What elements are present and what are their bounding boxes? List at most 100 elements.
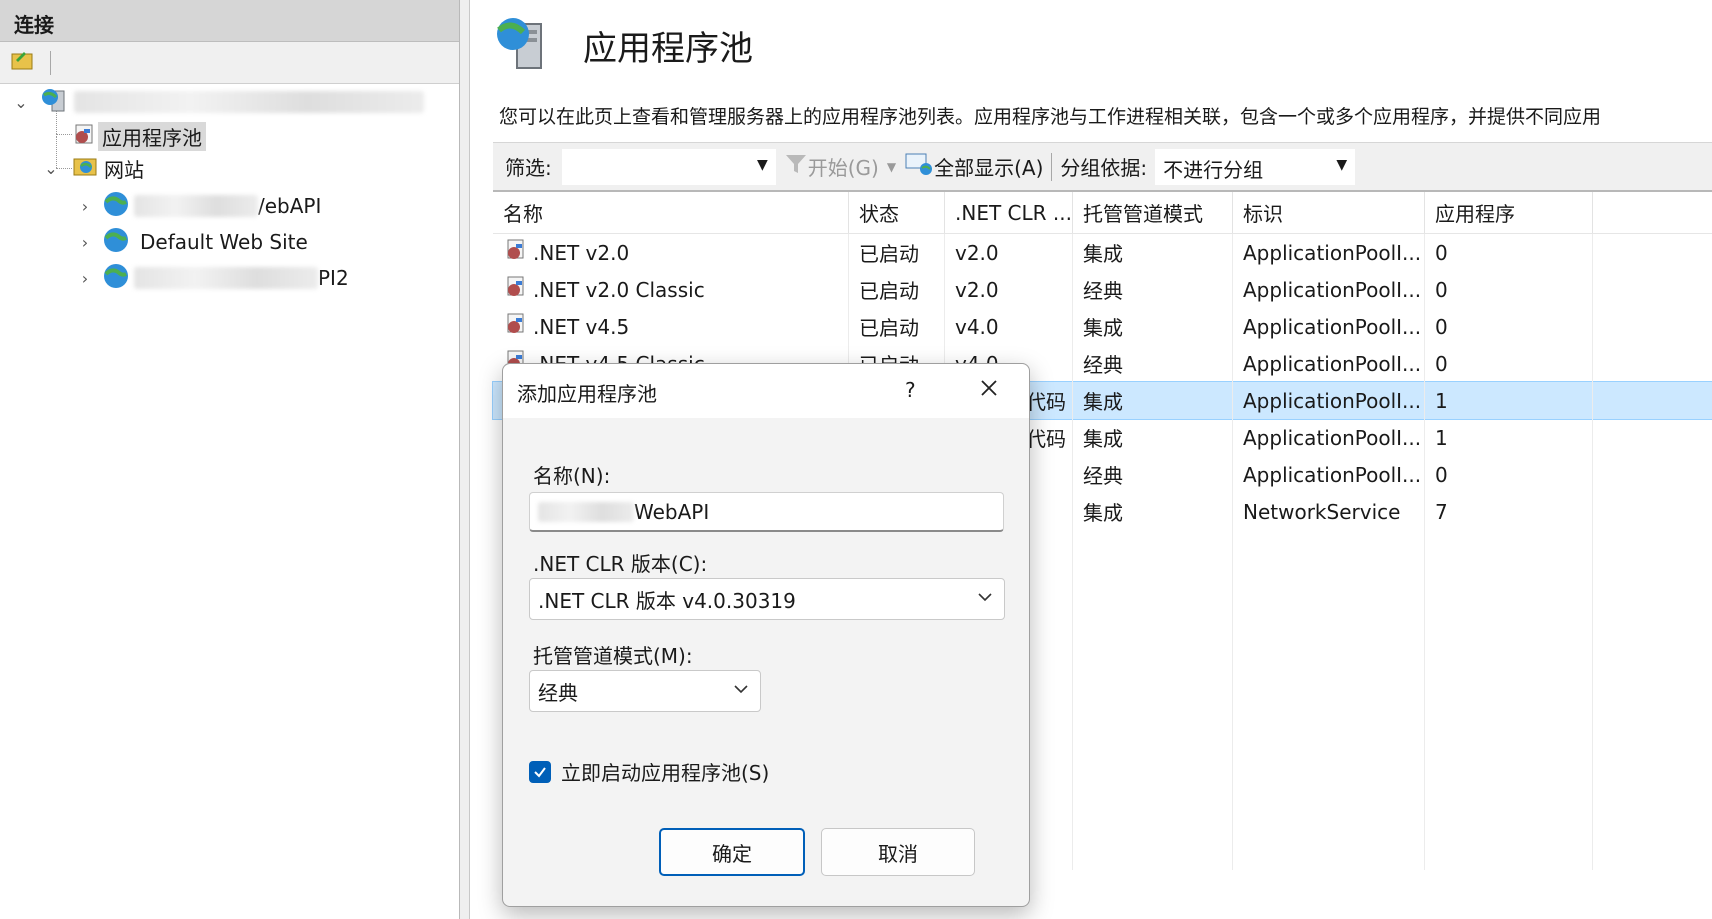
pool-pipeline: 经典	[1073, 271, 1233, 308]
site-3-name-redacted	[134, 267, 318, 289]
pool-state: 已启动	[849, 234, 945, 271]
tree-item-sites[interactable]: ⌄ 网站	[42, 152, 148, 184]
pool-clr: v2.0	[945, 271, 1073, 308]
pool-pipeline: 集成	[1073, 234, 1233, 271]
pool-clr: v4.0	[945, 308, 1073, 345]
dropdown-arrow-icon[interactable]: ▼	[757, 157, 768, 173]
cancel-button[interactable]: 取消	[821, 828, 975, 876]
pool-pipeline: 集成	[1073, 419, 1233, 456]
chevron-down-icon[interactable]: ⌄	[42, 159, 60, 178]
dialog-title: 添加应用程序池	[517, 382, 657, 406]
show-all-button[interactable]: 全部显示(A)	[904, 151, 1043, 182]
start-immediately-checkbox[interactable]	[529, 760, 551, 783]
column-header-identity[interactable]: 标识	[1233, 192, 1425, 233]
column-header-name[interactable]: ^ 名称	[493, 192, 849, 233]
start-filter-button[interactable]: 开始(G) ▼	[784, 152, 896, 181]
group-by-value: 不进行分组	[1163, 157, 1264, 182]
pool-identity: ApplicationPoolI...	[1233, 308, 1425, 345]
group-by-select[interactable]: 不进行分组 ▼	[1155, 148, 1356, 185]
pool-apps: 0	[1425, 456, 1593, 493]
sort-ascending-icon: ^	[639, 192, 651, 202]
tree-label-app-pools[interactable]: 应用程序池	[98, 121, 206, 151]
tree-label-site-3[interactable]: PI2	[318, 266, 353, 290]
filter-label: 筛选:	[505, 156, 552, 180]
funnel-icon	[784, 153, 808, 180]
app-pools-feature-icon	[493, 14, 555, 77]
pool-apps: 0	[1425, 308, 1593, 345]
chevron-right-icon[interactable]: ›	[76, 197, 94, 216]
tree-item-default-web-site[interactable]: › Default Web Site	[76, 226, 312, 258]
app-pool-icon	[503, 237, 529, 268]
tree-item-site-3[interactable]: › PI2	[76, 262, 353, 294]
column-header-applications[interactable]: 应用程序	[1425, 192, 1593, 233]
start-immediately-label: 立即启动应用程序池(S)	[561, 761, 770, 785]
start-immediately-option[interactable]: 立即启动应用程序池(S)	[529, 757, 769, 786]
toolbar-separator	[1051, 152, 1053, 181]
pool-pipeline: 集成	[1073, 382, 1233, 419]
folder-globe-icon	[72, 153, 100, 184]
tree-label-site-1[interactable]: /ebAPI	[258, 194, 325, 218]
tree-server-node[interactable]: ⌄	[12, 86, 424, 118]
server-icon	[40, 87, 68, 118]
tree-label-sites[interactable]: 网站	[100, 154, 148, 183]
server-name-redacted	[74, 91, 424, 113]
filter-input[interactable]: ▼	[561, 148, 776, 185]
chevron-down-icon[interactable]: ▼	[887, 160, 896, 174]
pool-pipeline: 经典	[1073, 345, 1233, 382]
chevron-down-icon	[732, 679, 750, 703]
pool-name: .NET v4.5	[533, 314, 630, 339]
name-label: 名称(N):	[533, 464, 611, 488]
tree-item-app-pools[interactable]: 应用程序池	[70, 120, 206, 152]
pool-identity: NetworkService	[1233, 493, 1425, 530]
connections-toolbar	[0, 42, 459, 84]
pool-name: .NET v2.0 Classic	[533, 277, 705, 302]
pool-pipeline: 经典	[1073, 456, 1233, 493]
pool-clr: v2.0	[945, 234, 1073, 271]
chevron-right-icon[interactable]: ›	[76, 269, 94, 288]
column-header-state[interactable]: 状态	[849, 192, 945, 233]
left-pane-splitter[interactable]	[460, 0, 470, 919]
column-header-pipeline[interactable]: 托管管道模式	[1073, 192, 1233, 233]
pool-pipeline: 集成	[1073, 493, 1233, 530]
clr-version-select[interactable]: .NET CLR 版本 v4.0.30319	[529, 578, 1005, 620]
name-input[interactable]: WebAPI	[529, 492, 1004, 532]
connect-icon[interactable]	[10, 48, 36, 77]
pool-pipeline: 集成	[1073, 308, 1233, 345]
help-button[interactable]: ?	[905, 378, 916, 402]
pool-state: 已启动	[849, 308, 945, 345]
pool-identity: ApplicationPoolI...	[1233, 234, 1425, 271]
table-header: ^ 名称 状态 .NET CLR ... 托管管道模式 标识 应用程序	[493, 192, 1712, 234]
table-row[interactable]: .NET v2.0 Classic 已启动 v2.0 经典 Applicatio…	[493, 271, 1712, 308]
page-description: 您可以在此页上查看和管理服务器上的应用程序池列表。应用程序池与工作进程相关联，包…	[499, 106, 1602, 128]
show-all-icon	[904, 151, 934, 182]
name-redacted	[538, 501, 634, 522]
connections-tree: ⌄ 应用程序池 ⌄ 网站 › /ebAPI › Default Web Site…	[0, 84, 459, 904]
pool-apps: 1	[1425, 419, 1593, 456]
add-app-pool-dialog: 添加应用程序池 ? 名称(N): WebAPI .NET CLR 版本(C): …	[502, 363, 1030, 907]
pool-identity: ApplicationPoolI...	[1233, 419, 1425, 456]
table-row[interactable]: .NET v4.5 已启动 v4.0 集成 ApplicationPoolI..…	[493, 308, 1712, 345]
dropdown-arrow-icon[interactable]: ▼	[1336, 157, 1347, 173]
show-all-label: 全部显示(A)	[934, 156, 1044, 180]
tree-item-site-1[interactable]: › /ebAPI	[76, 190, 325, 222]
pool-name: .NET v2.0	[533, 240, 630, 265]
pool-identity: ApplicationPoolI...	[1233, 382, 1425, 419]
pipeline-mode-select[interactable]: 经典	[529, 670, 761, 712]
pool-apps: 1	[1425, 382, 1593, 419]
ok-button[interactable]: 确定	[659, 828, 805, 876]
start-filter-label: 开始(G)	[807, 156, 879, 180]
chevron-right-icon[interactable]: ›	[76, 233, 94, 252]
close-button[interactable]	[979, 376, 999, 404]
table-row[interactable]: .NET v2.0 已启动 v2.0 集成 ApplicationPoolI..…	[493, 234, 1712, 271]
app-pool-icon	[70, 121, 98, 152]
column-header-clr[interactable]: .NET CLR ...	[945, 192, 1073, 233]
tree-label-default-web-site[interactable]: Default Web Site	[136, 230, 312, 254]
app-pool-icon	[503, 311, 529, 342]
globe-icon	[102, 226, 130, 259]
connections-pane: 连接 ⌄ 应用程序池 ⌄ 网站 › /ebAPI › Default Web S…	[0, 0, 460, 919]
chevron-down-icon[interactable]: ⌄	[12, 93, 30, 112]
clr-version-value: .NET CLR 版本 v4.0.30319	[538, 588, 796, 613]
page-title: 应用程序池	[583, 29, 753, 69]
name-value: WebAPI	[634, 499, 710, 524]
pipeline-mode-label: 托管管道模式(M):	[533, 644, 693, 668]
